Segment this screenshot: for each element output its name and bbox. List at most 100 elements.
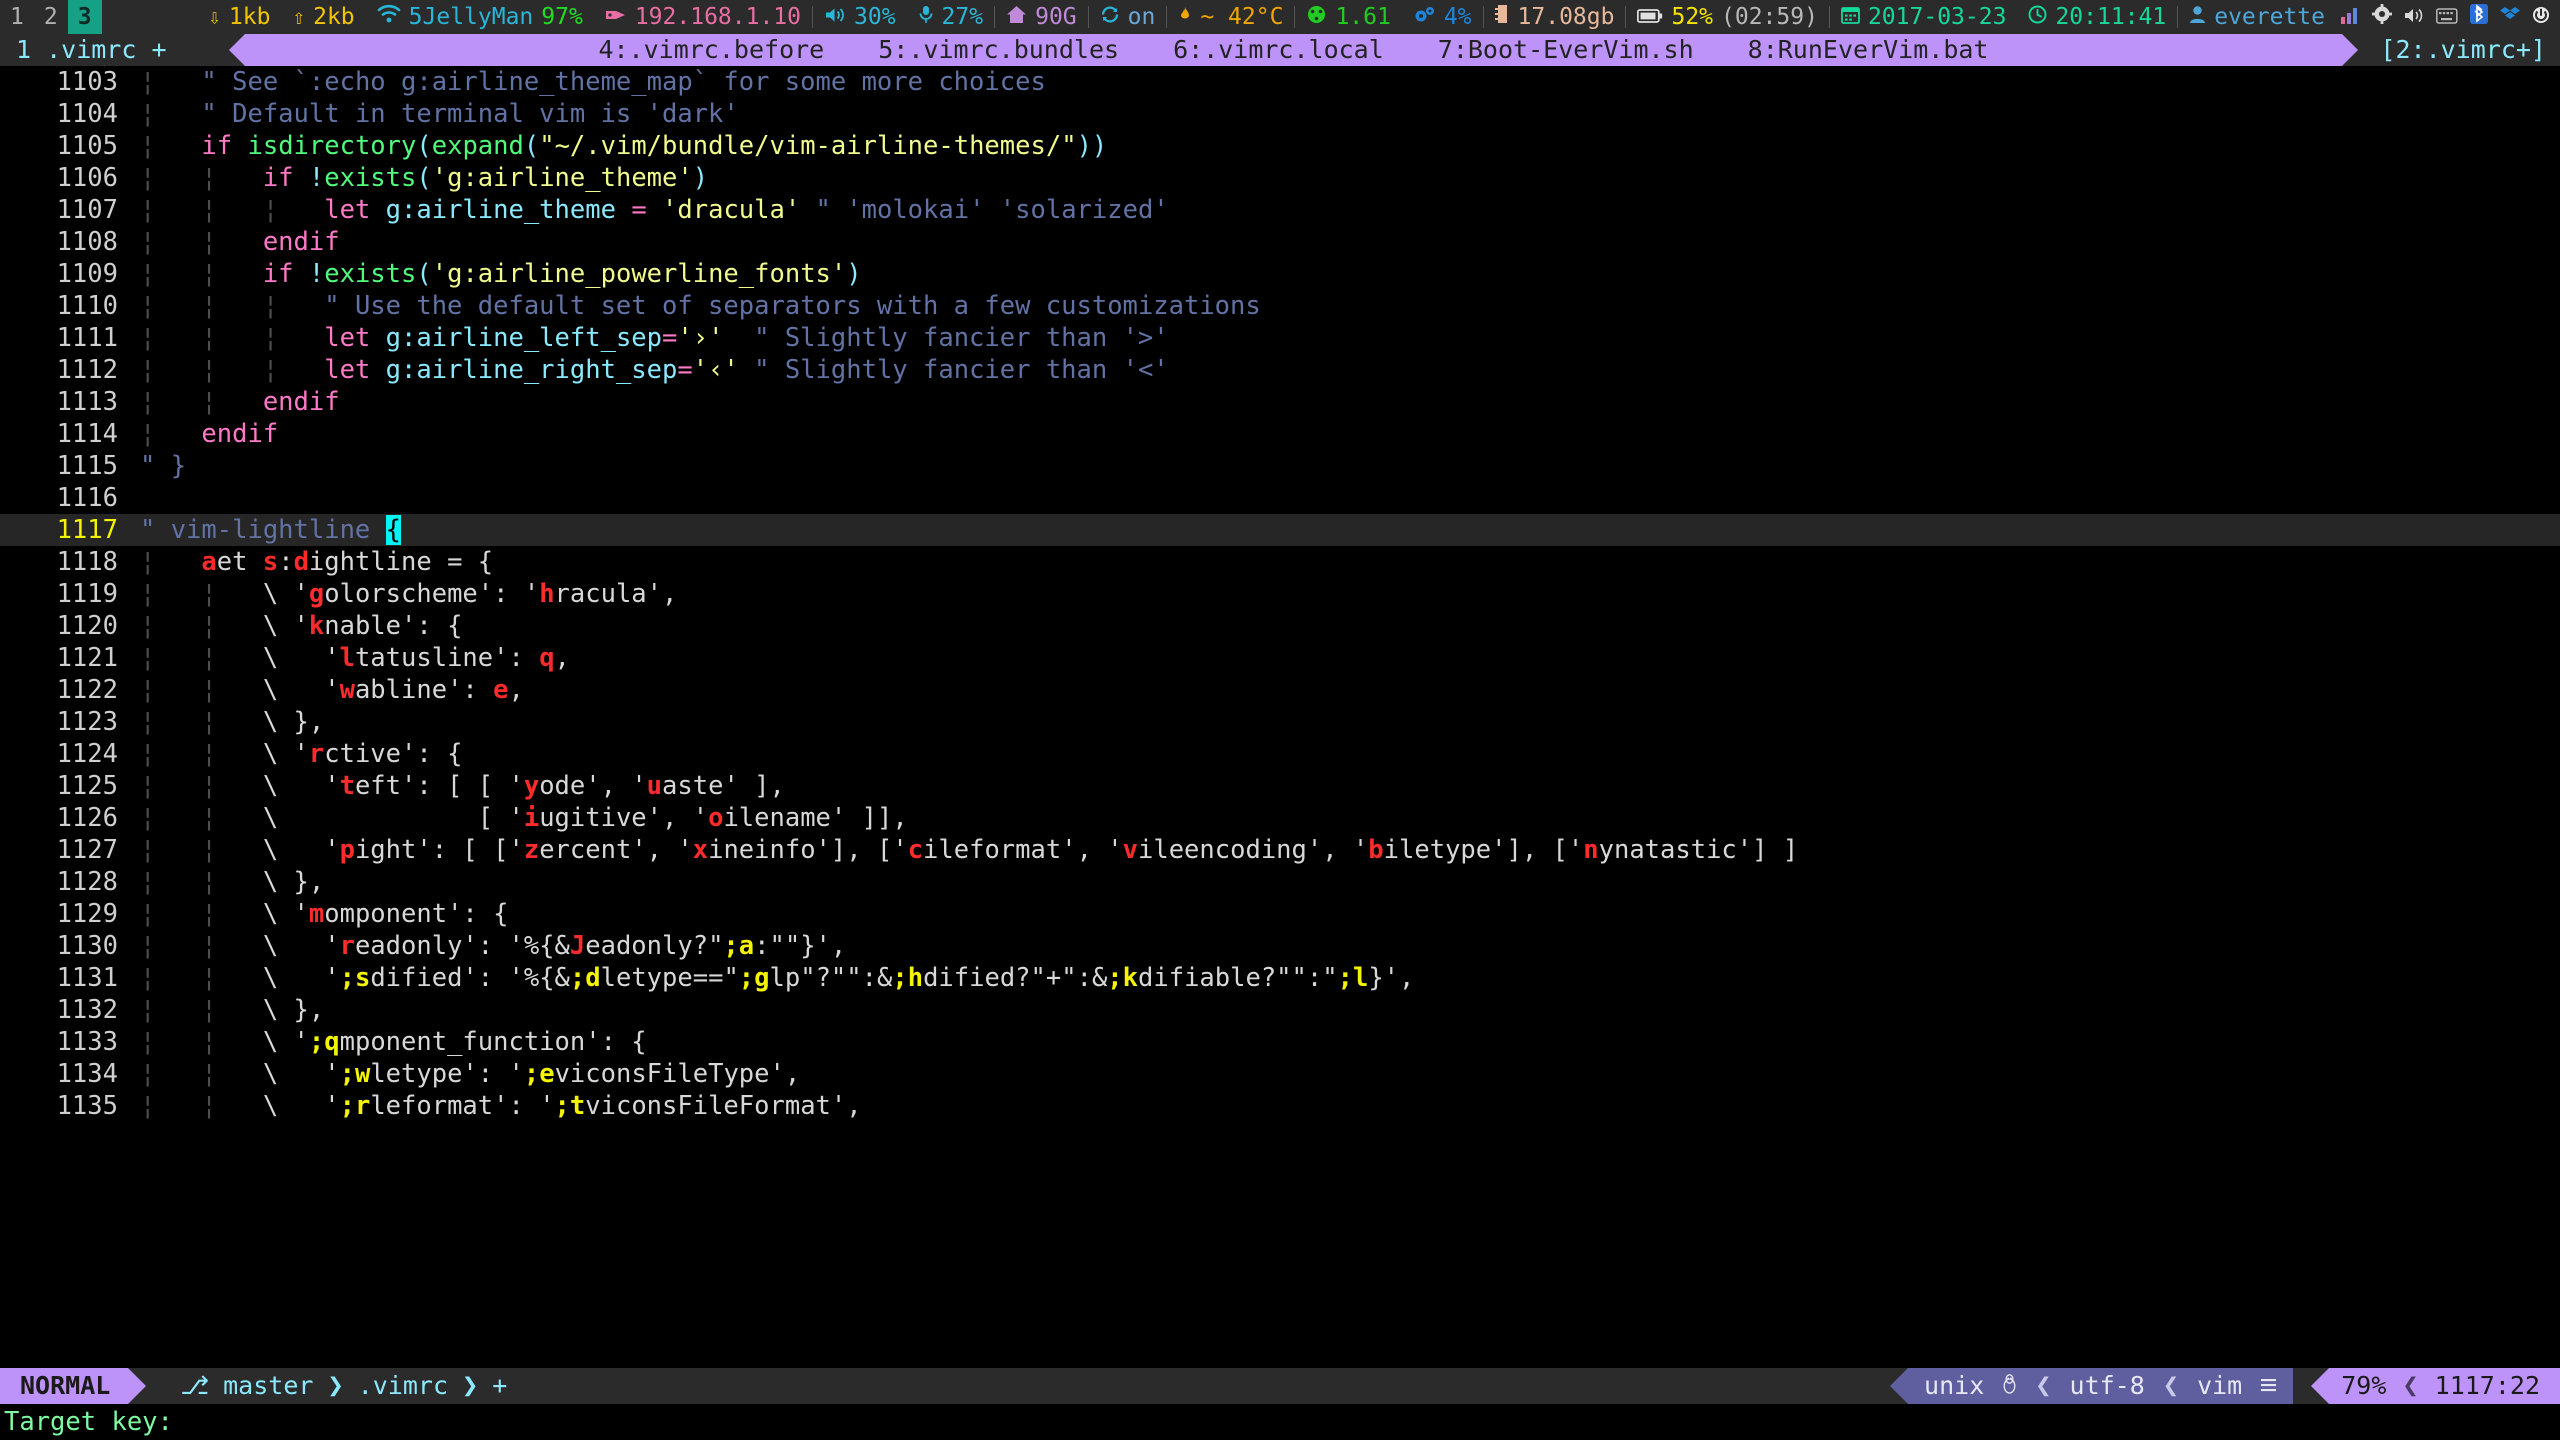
workspace-button-3[interactable]: 3 <box>67 0 102 34</box>
tab-vimrc-local[interactable]: 6:.vimrc.local <box>1173 34 1384 66</box>
buffer-line[interactable]: 1112 ¦ ¦ ¦ let g:airline_right_sep='‹' " … <box>0 354 2560 386</box>
line-content[interactable]: ¦ ¦ ¦ let g:airline_left_sep='›' " Sligh… <box>140 322 2560 354</box>
code-span: ¦ ¦ <box>140 163 263 193</box>
tab-runevervim-bat[interactable]: 8:RunEverVim.bat <box>1748 34 1989 66</box>
line-content[interactable]: ¦ " See `:echo g:airline_theme_map` for … <box>140 66 2560 98</box>
line-content[interactable]: ¦ ¦ \ 'teft': [ [ 'yode', 'uaste' ], <box>140 770 2560 802</box>
line-content[interactable]: ¦ ¦ \ }, <box>140 994 2560 1026</box>
line-content[interactable]: ¦ if isdirectory(expand("~/.vim/bundle/v… <box>140 130 2560 162</box>
line-content[interactable]: ¦ aet s:dightline = { <box>140 546 2560 578</box>
power-icon[interactable] <box>2532 0 2550 34</box>
tab-current-vimrc[interactable]: 1 .vimrc + <box>0 34 181 66</box>
line-content[interactable]: ¦ ¦ \ 'rctive': { <box>140 738 2560 770</box>
buffer-line[interactable]: 1135 ¦ ¦ \ ';rleformat': ';tviconsFileFor… <box>0 1090 2560 1122</box>
buffer-line[interactable]: 1134 ¦ ¦ \ ';wletype': ';eviconsFileType'… <box>0 1058 2560 1090</box>
code-span: 'dracula' <box>662 195 801 225</box>
buffer-line[interactable]: 1113 ¦ ¦ endif <box>0 386 2560 418</box>
network-up-value: 2kb <box>313 4 355 30</box>
line-content[interactable]: ¦ ¦ \ 'golorscheme': 'hracula', <box>140 578 2560 610</box>
buffer-line[interactable]: 1123 ¦ ¦ \ }, <box>0 706 2560 738</box>
buffer-line[interactable]: 1105 ¦ if isdirectory(expand("~/.vim/bund… <box>0 130 2560 162</box>
code-span: ( <box>416 131 432 161</box>
tab-vimrc-before[interactable]: 4:.vimrc.before <box>598 34 824 66</box>
line-content[interactable]: ¦ ¦ \ }, <box>140 706 2560 738</box>
bluetooth-icon[interactable] <box>2470 0 2488 34</box>
buffer-line[interactable]: 1114 ¦ endif <box>0 418 2560 450</box>
buffer-line[interactable]: 1125 ¦ ¦ \ 'teft': [ [ 'yode', 'uaste' ], <box>0 770 2560 802</box>
code-span: ¦ ¦ <box>140 995 263 1025</box>
tab-vimrc-bundles[interactable]: 5:.vimrc.bundles <box>878 34 1119 66</box>
buffer-line[interactable]: 1106 ¦ ¦ if !exists('g:airline_theme') <box>0 162 2560 194</box>
buffer-line[interactable]: 1110 ¦ ¦ ¦ " Use the default set of separ… <box>0 290 2560 322</box>
line-content[interactable]: ¦ ¦ endif <box>140 226 2560 258</box>
buffer-line[interactable]: 1103 ¦ " See `:echo g:airline_theme_map` … <box>0 66 2560 98</box>
buffer-line[interactable]: 1109 ¦ ¦ if !exists('g:airline_powerline_… <box>0 258 2560 290</box>
buffer-indicator[interactable]: [2:.vimrc+] <box>2374 34 2560 66</box>
buffer-line[interactable]: 1115 " } <box>0 450 2560 482</box>
buffer-line[interactable]: 1132 ¦ ¦ \ }, <box>0 994 2560 1026</box>
line-content[interactable]: ¦ ¦ if !exists('g:airline_theme') <box>140 162 2560 194</box>
line-content[interactable]: ¦ " Default in terminal vim is 'dark' <box>140 98 2560 130</box>
line-content[interactable]: ¦ ¦ \ }, <box>140 866 2560 898</box>
buffer-line[interactable]: 1130 ¦ ¦ \ 'readonly': '%{&Jeadonly?";a:"… <box>0 930 2560 962</box>
line-content[interactable]: ¦ ¦ ¦ let g:airline_theme = 'dracula' " … <box>140 194 2560 226</box>
line-content[interactable]: ¦ ¦ \ 'readonly': '%{&Jeadonly?";a:""}', <box>140 930 2560 962</box>
buffer-line[interactable]: 1131 ¦ ¦ \ ';sdified': '%{&;dletype==";gl… <box>0 962 2560 994</box>
buffer-line[interactable]: 1122 ¦ ¦ \ 'wabline': e, <box>0 674 2560 706</box>
buffer-line[interactable]: 1127 ¦ ¦ \ 'pight': [ ['zercent', 'xinein… <box>0 834 2560 866</box>
code-span: ode', ' <box>539 771 647 801</box>
line-content[interactable]: ¦ endif <box>140 418 2560 450</box>
temperature-segment: ~ 42°C <box>1167 0 1294 34</box>
code-span: " Use the default set of separators with… <box>324 291 1261 321</box>
line-content[interactable]: ¦ ¦ \ 'knable': { <box>140 610 2560 642</box>
buffer-line[interactable]: 1116 <box>0 482 2560 514</box>
line-content[interactable]: ¦ ¦ \ [ 'iugitive', 'oilename' ]], <box>140 802 2560 834</box>
buffer-line[interactable]: 1117 " vim-lightline { <box>0 514 2560 546</box>
buffer-line[interactable]: 1129 ¦ ¦ \ 'momponent': { <box>0 898 2560 930</box>
line-content[interactable]: ¦ ¦ \ 'pight': [ ['zercent', 'xineinfo']… <box>140 834 2560 866</box>
line-content[interactable]: ¦ ¦ ¦ let g:airline_right_sep='‹' " Slig… <box>140 354 2560 386</box>
workspace-button-1[interactable]: 1 <box>0 0 34 34</box>
line-content[interactable]: ¦ ¦ \ ';wletype': ';eviconsFileType', <box>140 1058 2560 1090</box>
line-number: 1105 <box>56 131 118 161</box>
workspace-button-2[interactable]: 2 <box>34 0 68 34</box>
code-span: olorscheme': ' <box>324 579 540 609</box>
line-content[interactable]: ¦ ¦ \ ';sdified': '%{&;dletype==";glp"?"… <box>140 962 2560 994</box>
buffer-line[interactable]: 1108 ¦ ¦ endif <box>0 226 2560 258</box>
line-content[interactable]: ¦ ¦ \ 'momponent': { <box>140 898 2560 930</box>
line-content[interactable]: ¦ ¦ \ ';rleformat': ';tviconsFileFormat'… <box>140 1090 2560 1122</box>
line-content[interactable]: ¦ ¦ \ 'ltatusline': q, <box>140 642 2560 674</box>
buffer-line[interactable]: 1120 ¦ ¦ \ 'knable': { <box>0 610 2560 642</box>
line-content[interactable]: ¦ ¦ \ 'wabline': e, <box>140 674 2560 706</box>
line-content[interactable]: ¦ ¦ endif <box>140 386 2560 418</box>
line-content[interactable]: " } <box>140 450 2560 482</box>
line-content[interactable]: " vim-lightline { <box>140 514 2560 546</box>
buffer-line[interactable]: 1124 ¦ ¦ \ 'rctive': { <box>0 738 2560 770</box>
buffer-line[interactable]: 1126 ¦ ¦ \ [ 'iugitive', 'oilename' ]], <box>0 802 2560 834</box>
buffer-line[interactable]: 1128 ¦ ¦ \ }, <box>0 866 2560 898</box>
buffer-line[interactable]: 1111 ¦ ¦ ¦ let g:airline_left_sep='›' " S… <box>0 322 2560 354</box>
tab-boot-evervim-sh[interactable]: 7:Boot-EverVim.sh <box>1438 34 1694 66</box>
buffer-line[interactable]: 1121 ¦ ¦ \ 'ltatusline': q, <box>0 642 2560 674</box>
volume-icon[interactable] <box>2404 0 2424 34</box>
signal-bars-icon[interactable] <box>2340 0 2360 34</box>
dropbox-icon[interactable] <box>2500 0 2520 34</box>
buffer-line[interactable]: 1107 ¦ ¦ ¦ let g:airline_theme = 'dracula… <box>0 194 2560 226</box>
editor-buffer[interactable]: 1103 ¦ " See `:echo g:airline_theme_map` … <box>0 66 2560 1368</box>
code-span: endif <box>201 419 279 449</box>
line-number: 1108 <box>56 227 118 257</box>
line-content[interactable]: ¦ ¦ ¦ " Use the default set of separator… <box>140 290 2560 322</box>
code-span: ¦ ¦ <box>140 259 263 289</box>
easymotion-target: d <box>293 547 309 577</box>
vim-command-line[interactable]: Target key: <box>0 1404 2560 1440</box>
buffer-line[interactable]: 1119 ¦ ¦ \ 'golorscheme': 'hracula', <box>0 578 2560 610</box>
mode-indicator: NORMAL <box>0 1368 129 1404</box>
keyboard-icon[interactable] <box>2436 0 2458 34</box>
buffer-line[interactable]: 1104 ¦ " Default in terminal vim is 'dark… <box>0 98 2560 130</box>
buffer-line[interactable]: 1118 ¦ aet s:dightline = { <box>0 546 2560 578</box>
code-span: \ }, <box>262 995 325 1025</box>
line-content[interactable]: ¦ ¦ \ ';qmponent_function': { <box>140 1026 2560 1058</box>
line-content[interactable]: ¦ ¦ if !exists('g:airline_powerline_font… <box>140 258 2560 290</box>
buffer-line[interactable]: 1133 ¦ ¦ \ ';qmponent_function': { <box>0 1026 2560 1058</box>
gear-icon[interactable] <box>2372 0 2392 34</box>
